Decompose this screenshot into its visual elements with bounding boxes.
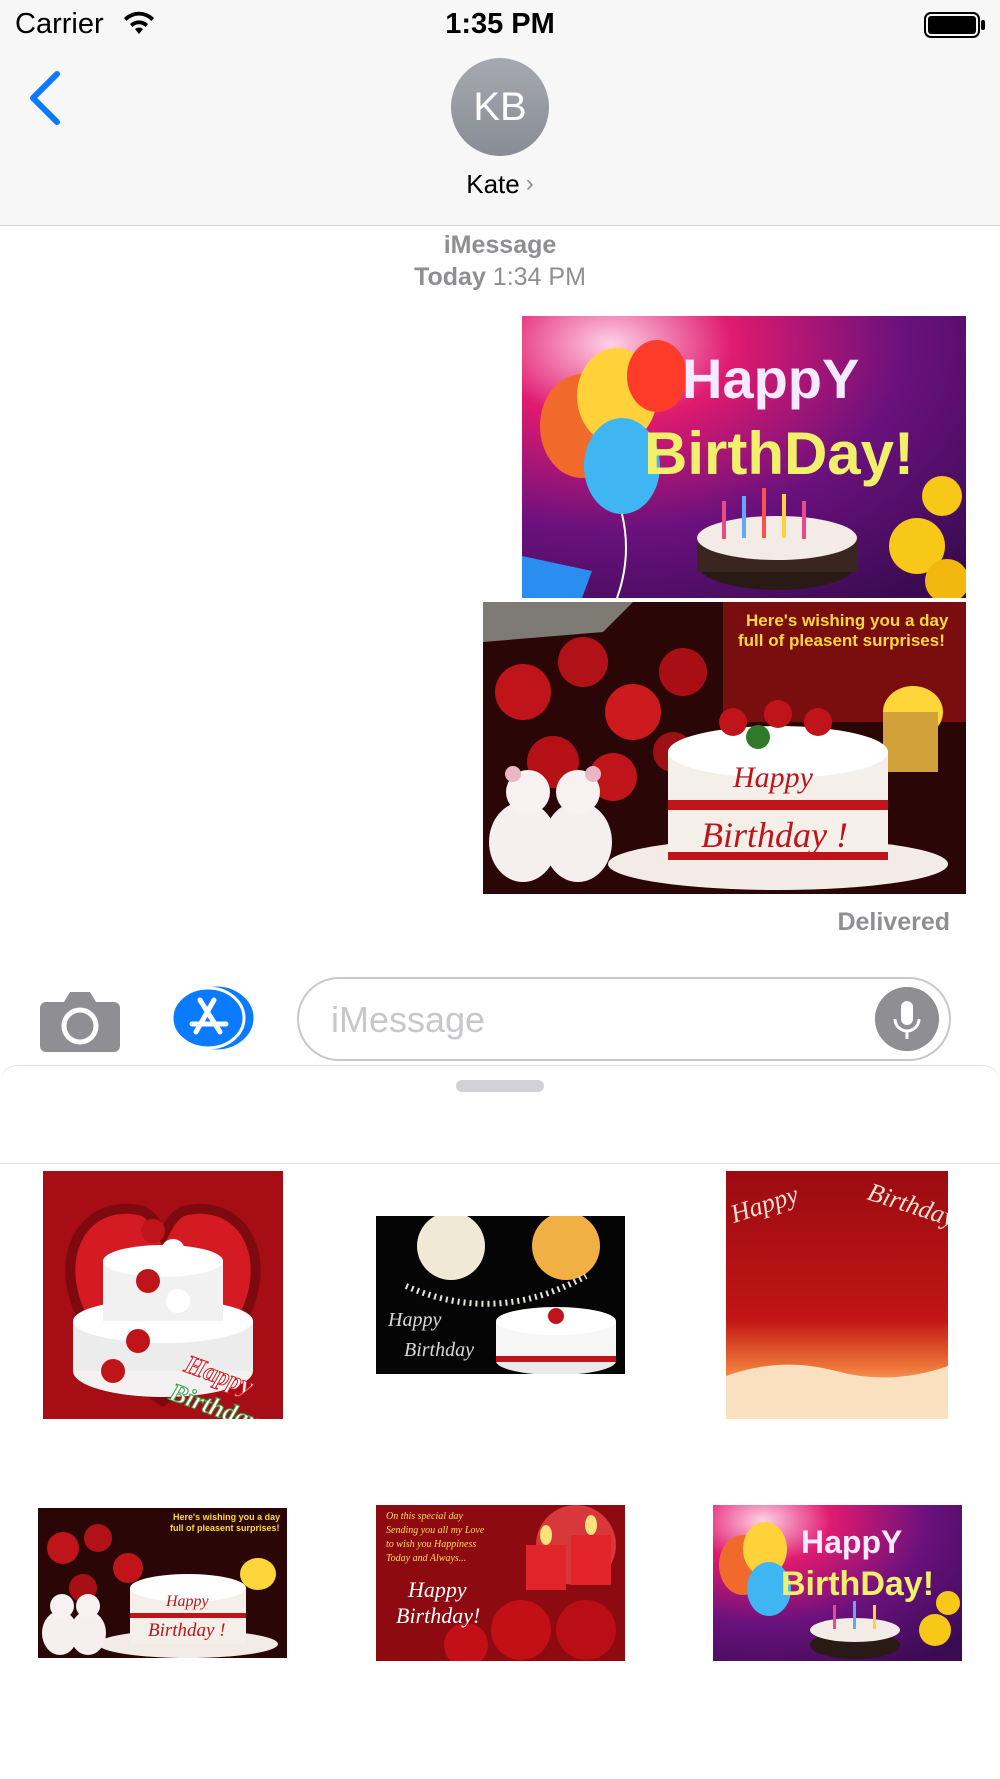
sticker-roses-pearls[interactable]: Happy Birthday	[376, 1216, 625, 1374]
sticker-red-gradient[interactable]: Happy Birthday	[726, 1171, 948, 1419]
sticker-poem-line: On this special day	[386, 1511, 463, 1522]
image-text-line: HappY	[682, 347, 859, 410]
sticker-balloons[interactable]: HappY BirthDay!	[713, 1505, 962, 1661]
contact-name: Kate	[466, 168, 520, 199]
sticker-text-line: HappY	[801, 1524, 902, 1560]
sticker-cake-heart[interactable]: Happy Birthday	[43, 1171, 283, 1419]
sticker-cake-line: Happy	[165, 1593, 210, 1610]
cake-text-line: Happy	[732, 761, 814, 794]
image-caption-line: full of pleasent surprises!	[738, 631, 945, 650]
sticker-poem-line: to wish you Happiness	[386, 1539, 476, 1550]
sticker-caption-line: full of pleasent surprises!	[170, 1523, 280, 1533]
battery-icon	[924, 12, 985, 38]
sticker-text-line: Birthday	[404, 1339, 474, 1361]
message-timestamp: Today 1:34 PM	[0, 263, 1000, 292]
contact-avatar[interactable]: KB	[451, 58, 549, 156]
timestamp-day: Today	[414, 263, 486, 291]
cake-text-line: Birthday !	[701, 815, 848, 855]
camera-icon[interactable]	[40, 988, 120, 1052]
birthday-balloons-image: HappY BirthDay!	[522, 316, 966, 598]
sticker-cake-line: Birthday !	[148, 1620, 226, 1641]
timestamp-time: 1:34 PM	[492, 263, 586, 291]
service-label: iMessage	[443, 231, 557, 259]
message-input[interactable]	[329, 997, 853, 1043]
drawer-divider	[0, 1163, 1000, 1164]
sticker-poem-line: Today and Always...	[386, 1553, 466, 1564]
sticker-caption-line: Here's wishing you a day	[173, 1512, 280, 1522]
microphone-icon[interactable]	[875, 987, 939, 1051]
image-text-line: BirthDay!	[644, 420, 914, 487]
roses-cake-image: Here's wishing you a day full of pleasen…	[483, 602, 966, 894]
sticker-text-line: Happy	[407, 1577, 467, 1602]
sticker-poem-line: Sending you all my Love	[386, 1525, 485, 1536]
sticker-text-line: Happy	[387, 1309, 441, 1331]
app-store-icon[interactable]	[170, 986, 254, 1050]
delivery-status: Delivered	[837, 908, 950, 936]
sticker-candles-roses[interactable]: On this special day Sending you all my L…	[376, 1505, 625, 1661]
message-input-field[interactable]	[297, 977, 951, 1061]
chevron-right-icon: ›	[525, 170, 534, 197]
sticker-text-line: BirthDay!	[781, 1565, 934, 1603]
sticker-text-line: Birthday!	[396, 1603, 480, 1628]
message-image-roses-cake[interactable]: Here's wishing you a day full of pleasen…	[483, 602, 966, 894]
back-chevron-icon[interactable]	[25, 68, 63, 128]
drawer-grabber[interactable]	[456, 1080, 544, 1092]
sticker-roses-cake[interactable]: Here's wishing you a day full of pleasen…	[38, 1508, 287, 1658]
message-image-happy-birthday[interactable]: HappY BirthDay!	[522, 316, 966, 598]
status-time: 1:35 PM	[445, 8, 555, 40]
image-caption-line: Here's wishing you a day	[746, 611, 949, 630]
contact-name-button[interactable]: Kate ›	[400, 166, 600, 202]
